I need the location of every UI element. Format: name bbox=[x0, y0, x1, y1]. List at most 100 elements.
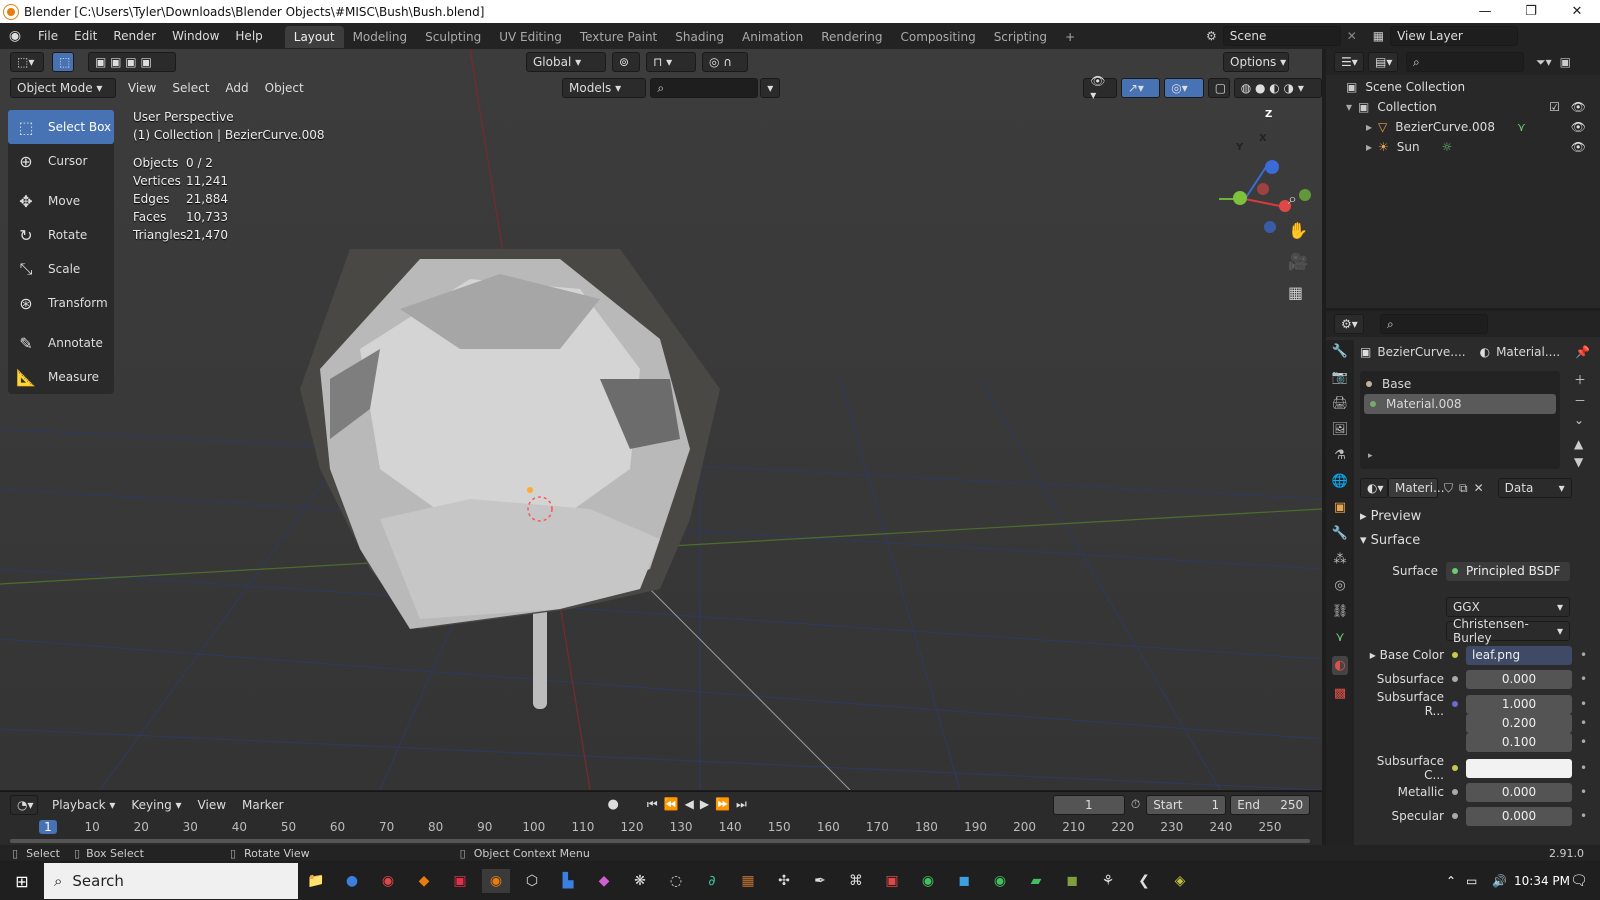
property-value-field[interactable]: 0.200 bbox=[1466, 713, 1572, 733]
keyframe-dot-icon[interactable]: • bbox=[1580, 785, 1587, 799]
tool-scale[interactable]: ⤡ Scale bbox=[8, 252, 114, 286]
property-value-field[interactable]: 0.000 bbox=[1466, 669, 1572, 689]
app-icon[interactable]: ▣ bbox=[446, 869, 474, 893]
app-icon[interactable]: ▰ bbox=[1022, 869, 1050, 893]
outliner-item-sun[interactable]: ▸ ☀ Sun ☼ 👁 bbox=[1326, 137, 1600, 157]
transform-orientation-dropdown[interactable]: Global ▾ bbox=[526, 52, 606, 72]
overlay-toggle-icon[interactable]: ◎▾ bbox=[1164, 78, 1204, 98]
tab-uv-editing[interactable]: UV Editing bbox=[490, 26, 571, 48]
move-down-icon[interactable]: ▼ bbox=[1574, 455, 1586, 469]
fake-user-icon[interactable]: ⛉ bbox=[1444, 481, 1453, 496]
windows-start-icon[interactable]: ⊞ bbox=[4, 869, 40, 893]
material-tab-icon[interactable]: ◐ bbox=[1332, 656, 1348, 675]
app-icon[interactable]: ⬡ bbox=[518, 869, 546, 893]
shading-mode-icons[interactable]: ◍ ● ◐ ◑ ▾ bbox=[1233, 78, 1322, 98]
outliner-editor-icon[interactable]: ☰▾ bbox=[1334, 52, 1364, 72]
close-button[interactable]: ✕ bbox=[1554, 0, 1600, 23]
eye-icon[interactable]: 👁 bbox=[1571, 140, 1586, 154]
expand-icon[interactable]: ▸ bbox=[1366, 140, 1372, 154]
app-icon[interactable]: ⌘ bbox=[842, 869, 870, 893]
material-slot[interactable]: Base bbox=[1360, 374, 1560, 394]
material-browse-icon[interactable]: ◐▾ bbox=[1360, 478, 1388, 498]
app-icon[interactable]: ▦ bbox=[734, 869, 762, 893]
app-icon[interactable]: ◼ bbox=[950, 869, 978, 893]
keyframe-dot-icon[interactable]: • bbox=[1580, 697, 1587, 711]
tool-annotate[interactable]: ✎ Annotate bbox=[8, 326, 114, 360]
app-icon[interactable]: ▙ bbox=[554, 869, 582, 893]
menu-playback[interactable]: Playback ▾ bbox=[44, 798, 123, 812]
viewport-search-input[interactable]: ⌕ bbox=[650, 78, 759, 98]
proportional-edit-icon[interactable]: ◎ ∩ bbox=[702, 52, 748, 72]
editor-type-icon[interactable]: ⬚▾ bbox=[10, 52, 44, 72]
menu-render[interactable]: Render bbox=[105, 23, 164, 49]
pivot-icon[interactable]: ⊚ bbox=[612, 52, 640, 72]
eye-icon[interactable]: 👁 bbox=[1571, 120, 1586, 134]
outliner-scene-collection[interactable]: ▣ Scene Collection bbox=[1326, 77, 1600, 97]
keyframe-dot-icon[interactable]: • bbox=[1580, 735, 1587, 749]
menu-select[interactable]: Select bbox=[164, 81, 217, 95]
keyframe-dot-icon[interactable]: • bbox=[1580, 761, 1587, 775]
property-value-field[interactable]: 0.000 bbox=[1466, 806, 1572, 826]
tab-sculpting[interactable]: Sculpting bbox=[416, 26, 490, 48]
surface-shader-field[interactable]: Principled BSDF bbox=[1446, 561, 1570, 581]
blender-menu-icon[interactable]: ◉ bbox=[0, 28, 30, 44]
playback-controls-icons[interactable]: ⏮⏪◀▶⏩⏭ bbox=[647, 797, 753, 812]
snap-icon[interactable]: ⊓ ▾ bbox=[646, 52, 696, 72]
timeline-ruler[interactable]: 1 10 20 30 40 50 60 70 80 90 100 110 120 130 140 150 160… bbox=[0, 817, 1322, 845]
properties-editor-icon[interactable]: ⚙▾ bbox=[1334, 314, 1364, 334]
blender-taskbar-icon[interactable]: ◉ bbox=[482, 869, 510, 893]
modifier-tab-icon[interactable]: 🔧 bbox=[1332, 526, 1348, 541]
collection-dropdown[interactable]: Models ▾ bbox=[562, 78, 647, 98]
add-slot-icon[interactable]: ＋ bbox=[1574, 371, 1586, 388]
tool-transform[interactable]: ⊛ Transform bbox=[8, 286, 114, 320]
record-icon[interactable]: ● bbox=[608, 797, 619, 812]
filter-icon[interactable]: ⏷▾ bbox=[1536, 55, 1552, 70]
material-name-field[interactable]: Materi... bbox=[1388, 478, 1445, 498]
tab-shading[interactable]: Shading bbox=[666, 26, 733, 48]
keyframe-dot-icon[interactable]: • bbox=[1580, 809, 1587, 823]
tool-rotate[interactable]: ↻ Rotate bbox=[8, 218, 114, 252]
select-tool-icon[interactable]: ⬚ bbox=[52, 52, 74, 72]
properties-search-input[interactable]: ⌕ bbox=[1380, 314, 1488, 334]
tab-rendering[interactable]: Rendering bbox=[812, 26, 891, 48]
clock-icon[interactable]: ⏱ bbox=[1131, 797, 1140, 812]
app-icon[interactable]: ◌ bbox=[662, 869, 690, 893]
data-tab-icon[interactable]: ⋎ bbox=[1335, 630, 1345, 645]
render-tab-icon[interactable]: 📷 bbox=[1332, 370, 1348, 385]
expand-icon[interactable]: ▸ bbox=[1368, 451, 1373, 461]
surface-section-header[interactable]: ▾ Surface bbox=[1360, 533, 1420, 548]
current-frame-field[interactable]: 1 bbox=[1052, 794, 1125, 815]
file-explorer-icon[interactable]: 📁 bbox=[302, 869, 330, 893]
property-value-field[interactable]: 0.000 bbox=[1466, 782, 1572, 802]
tab-layout[interactable]: Layout bbox=[284, 26, 344, 48]
app-icon[interactable]: ❮ bbox=[1130, 869, 1158, 893]
move-up-icon[interactable]: ▲ bbox=[1574, 437, 1586, 451]
property-value-field[interactable]: 0.100 bbox=[1466, 732, 1572, 752]
network-icon[interactable]: ▭ bbox=[1466, 874, 1477, 888]
ortho-grid-icon[interactable]: ▦ bbox=[1288, 283, 1308, 302]
menu-window[interactable]: Window bbox=[164, 23, 227, 49]
app-icon[interactable]: ✣ bbox=[770, 869, 798, 893]
outliner-collection[interactable]: ▾ ▣ Collection ☑ 👁 bbox=[1326, 97, 1600, 117]
pin-icon[interactable]: 📌 bbox=[1575, 345, 1590, 359]
remove-slot-icon[interactable]: － bbox=[1574, 392, 1586, 409]
volume-icon[interactable]: 🔊 bbox=[1492, 874, 1507, 888]
gizmo-toggle-icon[interactable]: ↗▾ bbox=[1120, 78, 1161, 98]
keyframe-dot-icon[interactable]: • bbox=[1580, 648, 1587, 662]
physics-tab-icon[interactable]: ◎ bbox=[1334, 578, 1345, 593]
property-value-field[interactable]: 1.000 bbox=[1466, 694, 1572, 714]
options-dropdown[interactable]: Options ▾ bbox=[1223, 52, 1289, 72]
zoom-icon[interactable]: ⌕ bbox=[1288, 189, 1308, 209]
tab-modeling[interactable]: Modeling bbox=[344, 26, 417, 48]
menu-object[interactable]: Object bbox=[257, 81, 312, 95]
output-tab-icon[interactable]: 🖨 bbox=[1332, 396, 1349, 411]
menu-file[interactable]: File bbox=[30, 23, 66, 49]
maximize-button[interactable]: ❐ bbox=[1508, 0, 1554, 23]
checkbox-icon[interactable]: ☑ bbox=[1549, 100, 1560, 114]
keyframe-dot-icon[interactable]: • bbox=[1580, 716, 1587, 730]
search-dropdown-icon[interactable]: ▾ bbox=[760, 78, 781, 98]
tab-scripting[interactable]: Scripting bbox=[985, 26, 1056, 48]
world-tab-icon[interactable]: 🌐 bbox=[1332, 474, 1348, 489]
new-collection-icon[interactable]: ▣ bbox=[1560, 55, 1571, 69]
visibility-icon[interactable]: 👁▾ bbox=[1083, 74, 1117, 102]
